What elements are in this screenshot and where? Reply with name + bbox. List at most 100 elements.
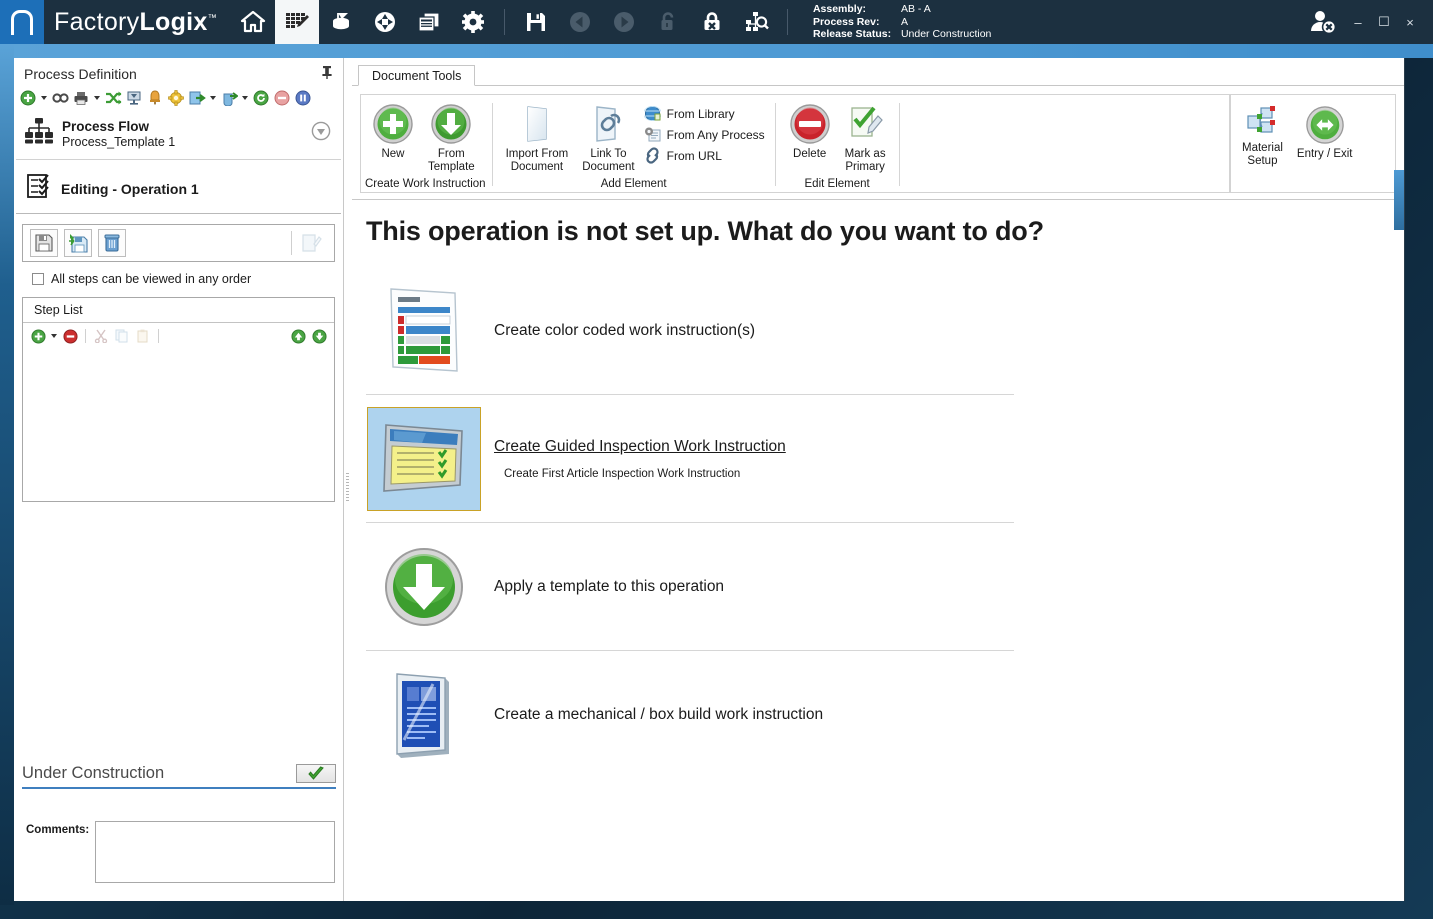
green-down-circle-large-icon (384, 547, 464, 627)
copy-icon[interactable] (112, 326, 132, 346)
bell-icon[interactable] (145, 88, 165, 108)
paste-icon[interactable] (133, 326, 153, 346)
print-caret-icon[interactable] (92, 88, 102, 108)
step-list-panel: Step List (22, 297, 335, 502)
edit-button[interactable] (292, 232, 330, 254)
remove-step-icon[interactable] (60, 326, 80, 346)
link-to-document-button[interactable]: Link ToDocument (575, 101, 641, 176)
from-library-button[interactable]: From Library (642, 103, 769, 124)
minimize-button[interactable]: – (1345, 7, 1371, 37)
from-template-button[interactable]: FromTemplate (421, 101, 482, 176)
add-step-caret-icon[interactable] (49, 326, 59, 346)
accent-bar-left (0, 44, 14, 905)
ribbon-group-divider-3 (899, 103, 900, 186)
settings-gear-icon[interactable] (451, 0, 495, 44)
pause-icon[interactable] (293, 88, 313, 108)
process-definition-icon[interactable] (275, 0, 319, 44)
refresh-icon[interactable] (251, 88, 271, 108)
option-text: Apply a template to this operation (494, 578, 724, 596)
import-caret-icon[interactable] (240, 88, 250, 108)
move-down-icon[interactable] (309, 326, 329, 346)
option-label: Create color coded work instruction(s) (494, 322, 755, 340)
delete-button[interactable]: Delete (782, 101, 838, 163)
toolbar-divider (504, 9, 505, 35)
option-guided-inspection-wi[interactable]: Create Guided Inspection Work Instructio… (366, 395, 1014, 523)
approve-button[interactable] (296, 764, 336, 783)
discard-button[interactable] (98, 229, 126, 257)
structure-search-icon[interactable] (734, 0, 778, 44)
user-signout-icon[interactable] (1301, 0, 1345, 44)
lock-cancel-icon[interactable] (690, 0, 734, 44)
all-steps-label: All steps can be viewed in any order (51, 272, 251, 286)
save-button[interactable] (30, 229, 58, 257)
comments-label: Comments: (26, 821, 89, 883)
data-collection-icon[interactable] (319, 0, 363, 44)
panel-splitter[interactable] (344, 58, 352, 901)
add-icon[interactable] (18, 88, 38, 108)
export-icon[interactable] (187, 88, 207, 108)
brand-bold: Logix (139, 8, 207, 36)
add-step-icon[interactable] (28, 326, 48, 346)
import-icon[interactable] (219, 88, 239, 108)
process-definition-panel: Process Definition (14, 58, 344, 901)
option-mechanical-box-build[interactable]: Create a mechanical / box build work ins… (366, 651, 1014, 779)
close-button[interactable]: × (1397, 7, 1423, 37)
entry-exit-label: Entry / Exit (1297, 148, 1353, 161)
mark-as-primary-button[interactable]: Mark asPrimary (838, 101, 893, 176)
step-list-header: Step List (23, 298, 334, 323)
from-url-button[interactable]: From URL (642, 145, 769, 166)
comments-input[interactable] (95, 821, 335, 883)
save-icon[interactable] (514, 0, 558, 44)
step-list-body[interactable] (23, 349, 334, 501)
guided-inspection-icon (378, 419, 470, 499)
find-icon[interactable] (50, 88, 70, 108)
save-as-button[interactable] (64, 229, 92, 257)
material-setup-button[interactable]: MaterialSetup (1235, 103, 1290, 170)
export-caret-icon[interactable] (208, 88, 218, 108)
option-label[interactable]: Create Guided Inspection Work Instructio… (494, 438, 786, 456)
mark-as-primary-label: Mark asPrimary (845, 148, 886, 174)
all-steps-checkbox[interactable] (32, 273, 44, 285)
entry-exit-button[interactable]: Entry / Exit (1290, 103, 1360, 163)
chevron-down-circle-icon[interactable] (311, 121, 331, 146)
windows-icon[interactable] (407, 0, 451, 44)
print-icon[interactable] (71, 88, 91, 108)
option-selected-highlight (367, 407, 481, 511)
collapsed-panel-tab[interactable] (1394, 170, 1404, 230)
pin-icon[interactable] (321, 65, 333, 84)
forward-arrow-icon[interactable] (602, 0, 646, 44)
option-text: Create a mechanical / box build work ins… (494, 706, 823, 724)
option-color-coded-wi[interactable]: Create color coded work instruction(s) (366, 267, 1014, 395)
stop-icon[interactable] (272, 88, 292, 108)
from-any-process-label: From Any Process (667, 128, 765, 142)
new-button-label: New (381, 148, 404, 161)
maximize-button[interactable]: ☐ (1371, 7, 1397, 37)
page-title: This operation is not set up. What do yo… (366, 216, 1404, 247)
process-flow-row[interactable]: Process Flow Process_Template 1 (16, 112, 341, 160)
app-window: FactoryLogix™ (0, 0, 1433, 919)
ribbon-tab-strip: Document Tools (352, 58, 1404, 86)
all-steps-any-order-row[interactable]: All steps can be viewed in any order (14, 262, 343, 294)
panel-mini-toolbar (14, 86, 343, 112)
shuffle-icon[interactable] (103, 88, 123, 108)
add-caret-icon[interactable] (39, 88, 49, 108)
new-button[interactable]: New (365, 101, 421, 163)
back-arrow-icon[interactable] (558, 0, 602, 44)
step-toolbar-divider (85, 329, 86, 343)
option-apply-template[interactable]: Apply a template to this operation (366, 523, 1014, 651)
tab-document-tools[interactable]: Document Tools (358, 65, 475, 86)
home-icon[interactable] (231, 0, 275, 44)
unlock-icon[interactable] (646, 0, 690, 44)
ribbon: New FromTemplate (352, 86, 1404, 200)
ribbon-group-add-element: Import FromDocument Link ToDocument (495, 95, 773, 192)
from-any-process-button[interactable]: From Any Process (642, 124, 769, 145)
cut-icon[interactable] (91, 326, 111, 346)
move-up-icon[interactable] (288, 326, 308, 346)
import-from-document-button[interactable]: Import FromDocument (499, 101, 576, 176)
navigate-icon[interactable] (363, 0, 407, 44)
gear-orange-icon[interactable] (166, 88, 186, 108)
document-tools-area: Document Tools (352, 58, 1404, 901)
projector-icon[interactable] (124, 88, 144, 108)
org-chart-icon (24, 116, 54, 151)
status-value-release-status: Under Construction (901, 28, 991, 41)
